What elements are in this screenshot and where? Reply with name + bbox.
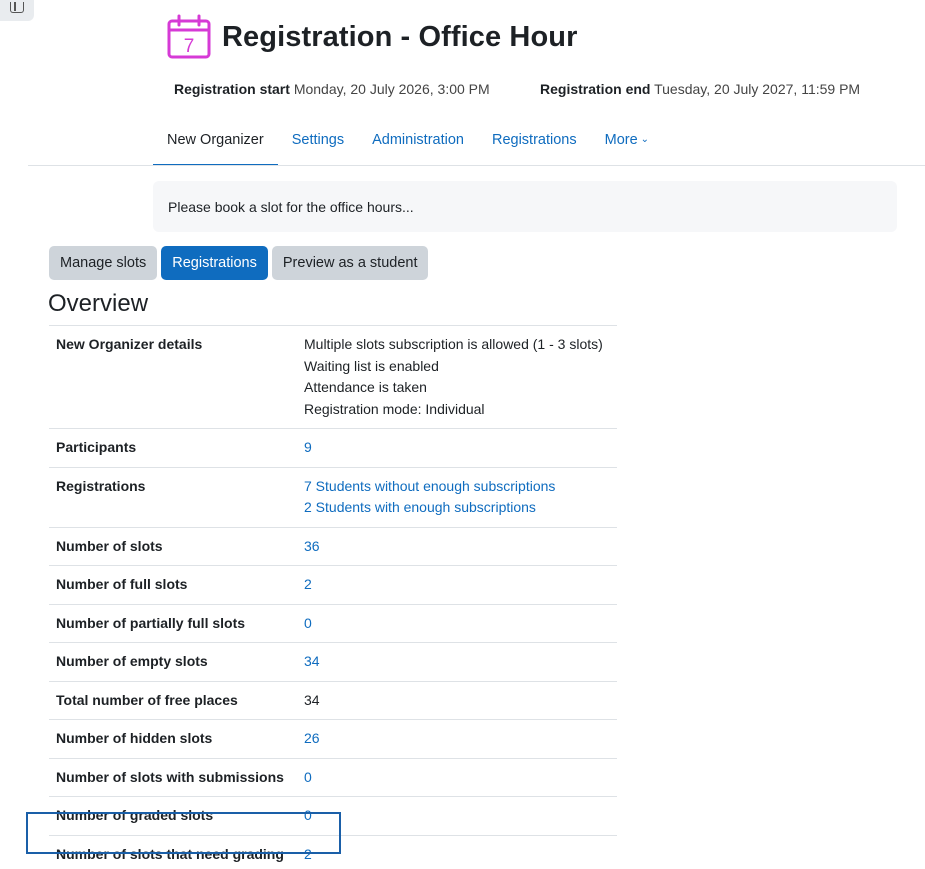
row-label: New Organizer details [49, 325, 297, 429]
detail-line: Attendance is taken [304, 379, 427, 395]
manage-slots-button[interactable]: Manage slots [49, 246, 158, 280]
full-slots-link[interactable]: 2 [304, 576, 312, 592]
chevron-down-icon: ⌄ [640, 134, 650, 145]
table-row: New Organizer details Multiple slots sub… [49, 325, 617, 429]
tab-registrations[interactable]: Registrations [478, 120, 591, 166]
registration-start: Registration start Monday, 20 July 2026,… [174, 81, 490, 97]
calendar-icon-day: 7 [184, 36, 195, 57]
detail-line: Waiting list is enabled [304, 357, 439, 374]
partially-full-slots-link[interactable]: 0 [304, 615, 312, 631]
row-label: Participants [49, 428, 297, 468]
table-row: Number of hidden slots 26 [49, 719, 617, 759]
secondary-navigation: New Organizer Settings Administration Re… [153, 120, 663, 166]
row-label: Number of slots with submissions [49, 758, 297, 797]
tab-administration[interactable]: Administration [358, 120, 478, 166]
overview-heading: Overview [48, 290, 149, 317]
slots-with-submissions-link[interactable]: 0 [304, 769, 312, 785]
row-label: Number of full slots [49, 565, 297, 605]
tab-more-label: More [604, 132, 638, 148]
page-title: Registration - Office Hour [222, 20, 578, 53]
table-row: Number of slots 36 [49, 527, 617, 566]
slots-link[interactable]: 36 [304, 538, 320, 554]
students-with-enough-link[interactable]: 2 Students with enough subscriptions [304, 497, 610, 519]
tab-settings[interactable]: Settings [278, 120, 358, 166]
calendar-icon: 7 [167, 14, 211, 59]
table-row: Number of partially full slots 0 [49, 604, 617, 643]
row-label: Registrations [49, 467, 297, 528]
graded-slots-link[interactable]: 0 [304, 807, 312, 823]
free-places-value: 34 [304, 691, 320, 708]
row-label: Number of slots that need grading [49, 835, 297, 869]
intro-box: Please book a slot for the office hours.… [153, 181, 897, 232]
table-row: Total number of free places 34 [49, 681, 617, 720]
registration-end: Registration end Tuesday, 20 July 2027, … [540, 81, 860, 97]
row-label: Number of partially full slots [49, 604, 297, 643]
registrations-button[interactable]: Registrations [161, 246, 268, 280]
table-row: Participants 9 [49, 428, 617, 468]
registration-end-value: Tuesday, 20 July 2027, 11:59 PM [654, 81, 861, 97]
detail-line: Multiple slots subscription is allowed (… [304, 336, 603, 352]
row-value: Multiple slots subscription is allowed (… [297, 325, 617, 429]
drawer-toggle-button[interactable] [0, 0, 34, 21]
table-row: Number of graded slots 0 [49, 796, 617, 836]
table-row: Number of empty slots 34 [49, 642, 617, 682]
registration-start-label: Registration start [174, 81, 290, 97]
slots-need-grading-link[interactable]: 2 [304, 846, 312, 862]
participants-link[interactable]: 9 [304, 439, 312, 455]
tab-more[interactable]: More ⌄ [591, 120, 663, 166]
registration-start-value: Monday, 20 July 2026, 3:00 PM [293, 81, 490, 97]
table-row: Number of full slots 2 [49, 565, 617, 605]
empty-slots-link[interactable]: 34 [304, 653, 320, 669]
nav-divider [28, 165, 925, 166]
page-header: 7 Registration - Office Hour [166, 14, 577, 60]
tab-new-organizer[interactable]: New Organizer [153, 120, 278, 166]
sidebar-panel-icon [10, 2, 24, 13]
registration-end-label: Registration end [540, 81, 651, 97]
table-row: Number of slots with submissions 0 [49, 758, 617, 797]
row-label: Number of hidden slots [49, 719, 297, 759]
action-buttons: Manage slots Registrations Preview as a … [49, 246, 429, 280]
hidden-slots-link[interactable]: 26 [304, 730, 320, 746]
preview-student-button[interactable]: Preview as a student [271, 246, 429, 280]
row-label: Number of empty slots [49, 642, 297, 682]
detail-line: Registration mode: Individual [304, 400, 485, 417]
row-label: Number of slots [49, 527, 297, 566]
row-label: Total number of free places [49, 681, 297, 720]
overview-table: New Organizer details Multiple slots sub… [49, 325, 617, 869]
table-row: Registrations 7 Students without enough … [49, 467, 617, 528]
table-row: Number of slots that need grading 2 [49, 835, 617, 869]
intro-text: Please book a slot for the office hours.… [168, 199, 414, 215]
row-label: Number of graded slots [49, 796, 297, 836]
students-without-enough-link[interactable]: 7 Students without enough subscriptions [304, 476, 610, 498]
